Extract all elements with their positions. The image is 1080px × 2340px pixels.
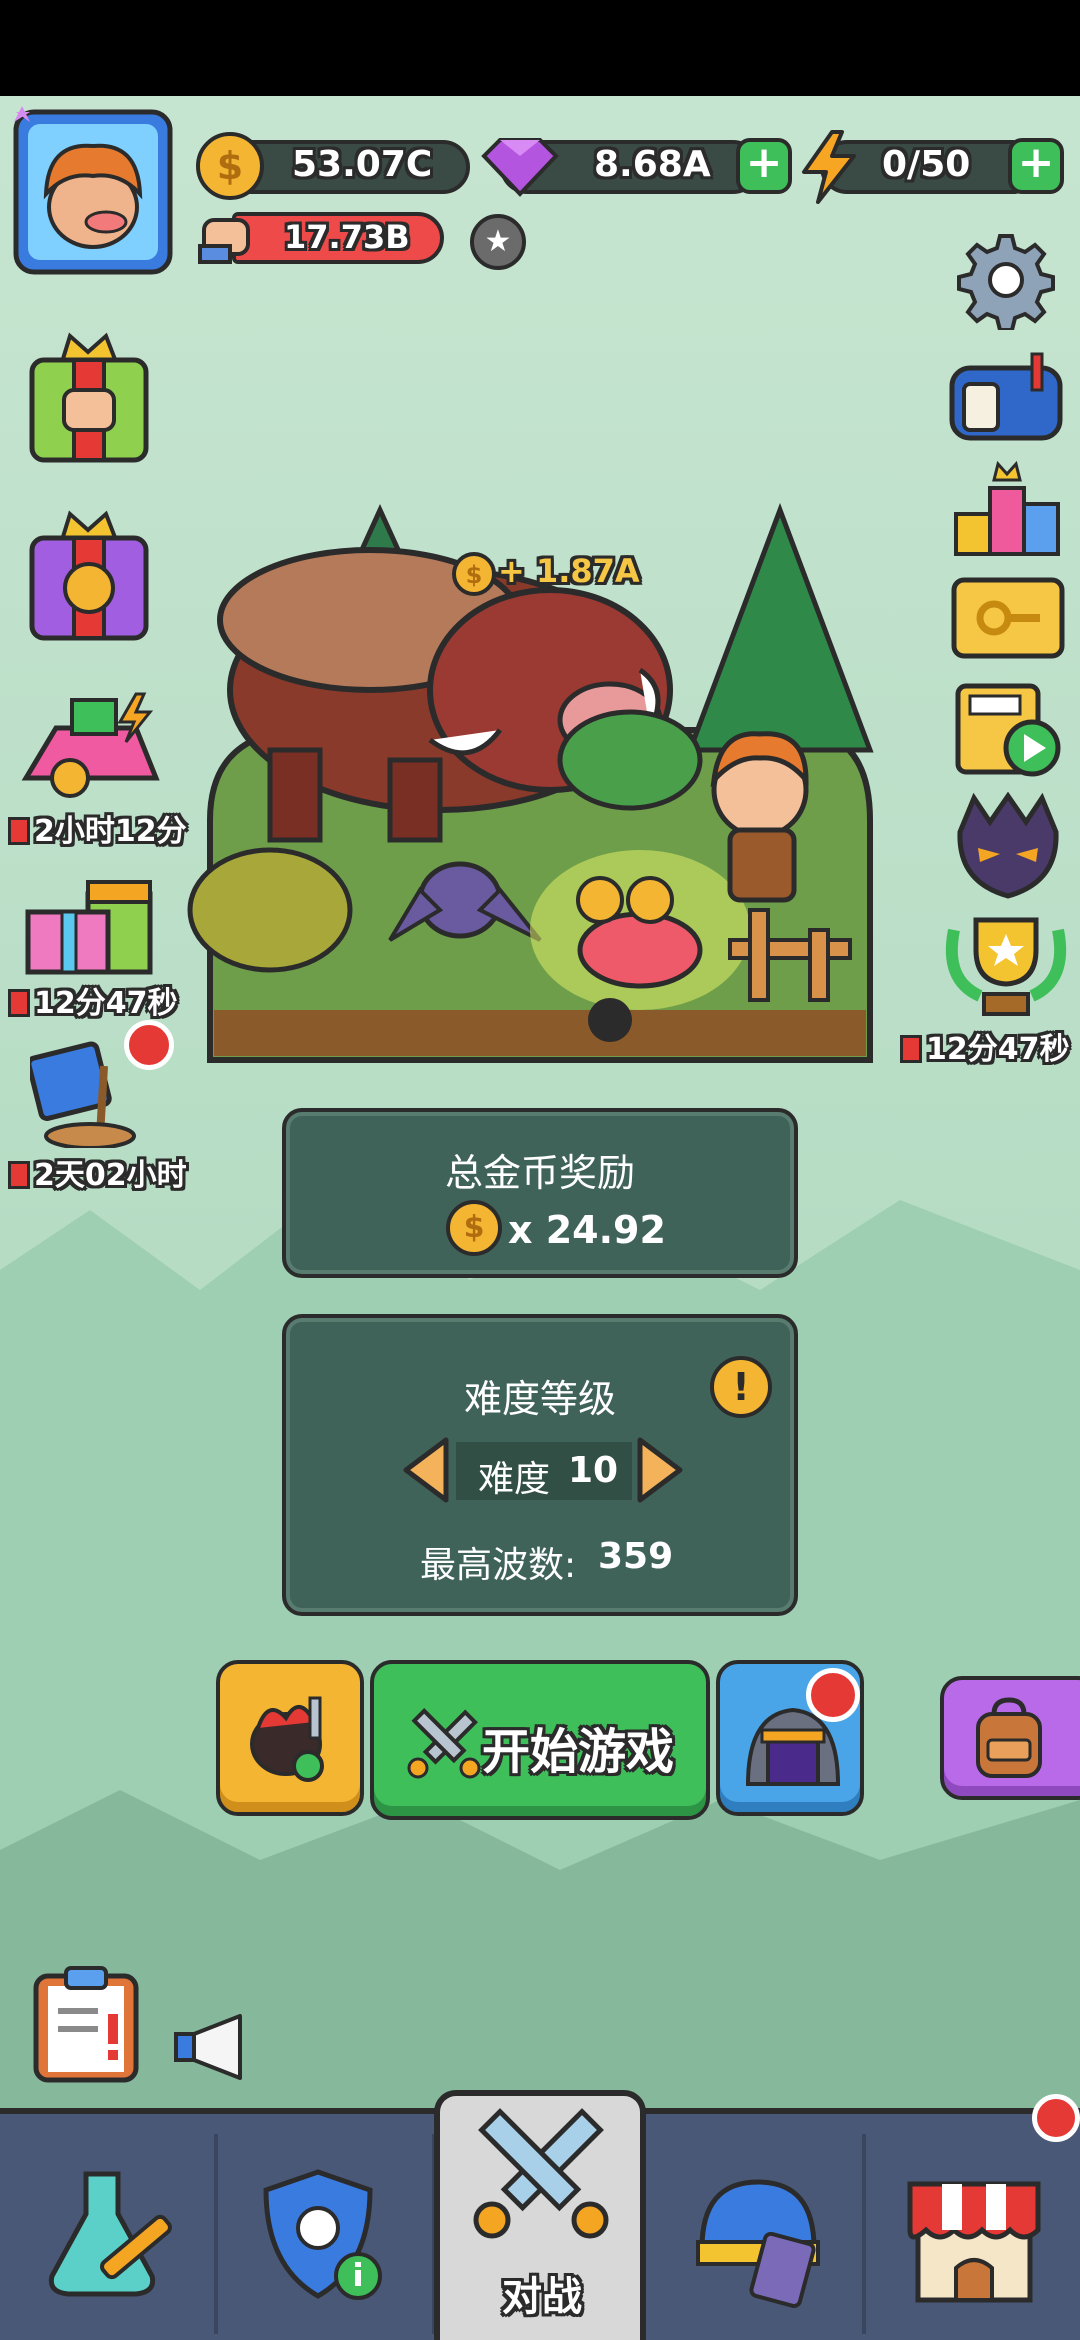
tab-battle[interactable]: 对战 xyxy=(434,2090,646,2340)
energy-amount: 0/50 xyxy=(882,144,971,185)
pink-machine-icon[interactable] xyxy=(16,688,166,804)
difficulty-prev-arrow[interactable] xyxy=(400,1436,452,1504)
coin-amount: 53.07C xyxy=(292,144,433,185)
shop-icon xyxy=(907,2181,1041,2303)
backpack-button[interactable] xyxy=(940,1676,1080,1800)
helmet-cards-icon xyxy=(696,2179,820,2308)
add-energy-button[interactable]: + xyxy=(1008,138,1064,194)
bottom-nav-bar: 对战 xyxy=(0,2090,1080,2340)
status-bar xyxy=(0,0,1080,96)
leaderboard-icon[interactable] xyxy=(950,456,1066,560)
portal-button[interactable] xyxy=(716,1660,864,1816)
difficulty-info-button[interactable]: ! xyxy=(710,1356,772,1418)
difficulty-panel: 难度等级 ! 难度 10 最高波数: 359 xyxy=(282,1314,798,1616)
gift-box-timer: 12分47秒 xyxy=(8,978,178,1022)
shop-notification-dot xyxy=(1032,2094,1080,2142)
shield-profile-icon xyxy=(263,2169,382,2300)
megaphone-icon[interactable] xyxy=(170,2010,254,2084)
gem-icon xyxy=(481,138,559,197)
hourglass-icon xyxy=(8,989,30,1017)
max-wave-label: 最高波数: xyxy=(420,1545,577,1586)
map-event-timer: 2天02小时 xyxy=(8,1150,187,1194)
coin-gain-icon: $ xyxy=(452,552,496,596)
gem-amount: 8.68A xyxy=(594,144,711,185)
difficulty-level-value: 10 xyxy=(568,1450,619,1491)
coin-icon: $ xyxy=(196,132,264,200)
berserk-button[interactable] xyxy=(216,1660,364,1816)
background-hills xyxy=(0,1190,1080,2150)
coin-chest-icon[interactable] xyxy=(24,508,154,648)
lightning-icon xyxy=(802,130,856,204)
coin-gain-text: + 1.87A xyxy=(498,552,640,590)
trophy-timer: 12分47秒 xyxy=(900,1024,1070,1068)
tab-equipment[interactable] xyxy=(650,2114,866,2340)
game-screen: $ 53.07C 8.68A + 0/50 + 17.73B ★ 12分47秒 … xyxy=(0,0,1080,2340)
start-game-label: 开始游戏 xyxy=(482,1724,675,1780)
fist-chest-icon[interactable] xyxy=(24,330,154,470)
tab-lab[interactable] xyxy=(0,2114,216,2340)
video-reward-icon[interactable] xyxy=(950,676,1066,782)
boost-button[interactable]: ★ xyxy=(470,214,526,270)
demon-mask-icon[interactable] xyxy=(950,792,1066,902)
reward-multiplier: x 24.92 xyxy=(508,1208,666,1252)
swords-icon xyxy=(407,1708,481,1779)
mailbox-icon[interactable] xyxy=(948,350,1068,446)
potion-wrench-icon xyxy=(48,2171,172,2297)
berserk-icon xyxy=(250,1696,324,1782)
settings-icon[interactable] xyxy=(956,230,1056,330)
portal-notification-dot xyxy=(806,1668,860,1722)
add-gems-button[interactable]: + xyxy=(736,138,792,194)
total-coin-reward-panel: 总金币奖励 $ x 24.92 xyxy=(282,1108,798,1278)
hourglass-icon xyxy=(8,817,30,845)
start-game-button[interactable]: 开始游戏 xyxy=(370,1660,710,1820)
difficulty-next-arrow[interactable] xyxy=(634,1436,686,1504)
trophy-icon[interactable] xyxy=(940,910,1072,1024)
gift-box-icon[interactable] xyxy=(22,860,158,980)
hourglass-icon xyxy=(8,1161,30,1189)
difficulty-level-label: 难度 xyxy=(478,1459,551,1500)
backpack-icon xyxy=(976,1697,1042,1778)
tab-battle-label: 对战 xyxy=(502,2274,582,2320)
difficulty-level-box: 难度 10 xyxy=(456,1442,632,1500)
reward-panel-title: 总金币奖励 xyxy=(444,1151,635,1195)
key-ticket-icon[interactable] xyxy=(950,574,1066,662)
clipboard-icon[interactable] xyxy=(30,1964,142,2084)
reward-coin-icon: $ xyxy=(446,1200,502,1256)
fist-icon xyxy=(198,218,250,264)
tab-profile[interactable] xyxy=(218,2114,434,2340)
player-avatar[interactable] xyxy=(8,102,178,280)
pink-machine-timer: 2小时12分 xyxy=(8,806,187,850)
power-amount: 17.73B xyxy=(284,218,410,256)
crossed-swords-icon xyxy=(473,2108,609,2239)
tab-shop[interactable] xyxy=(866,2114,1080,2340)
max-wave-value: 359 xyxy=(598,1536,674,1577)
map-notification-dot xyxy=(124,1020,174,1070)
